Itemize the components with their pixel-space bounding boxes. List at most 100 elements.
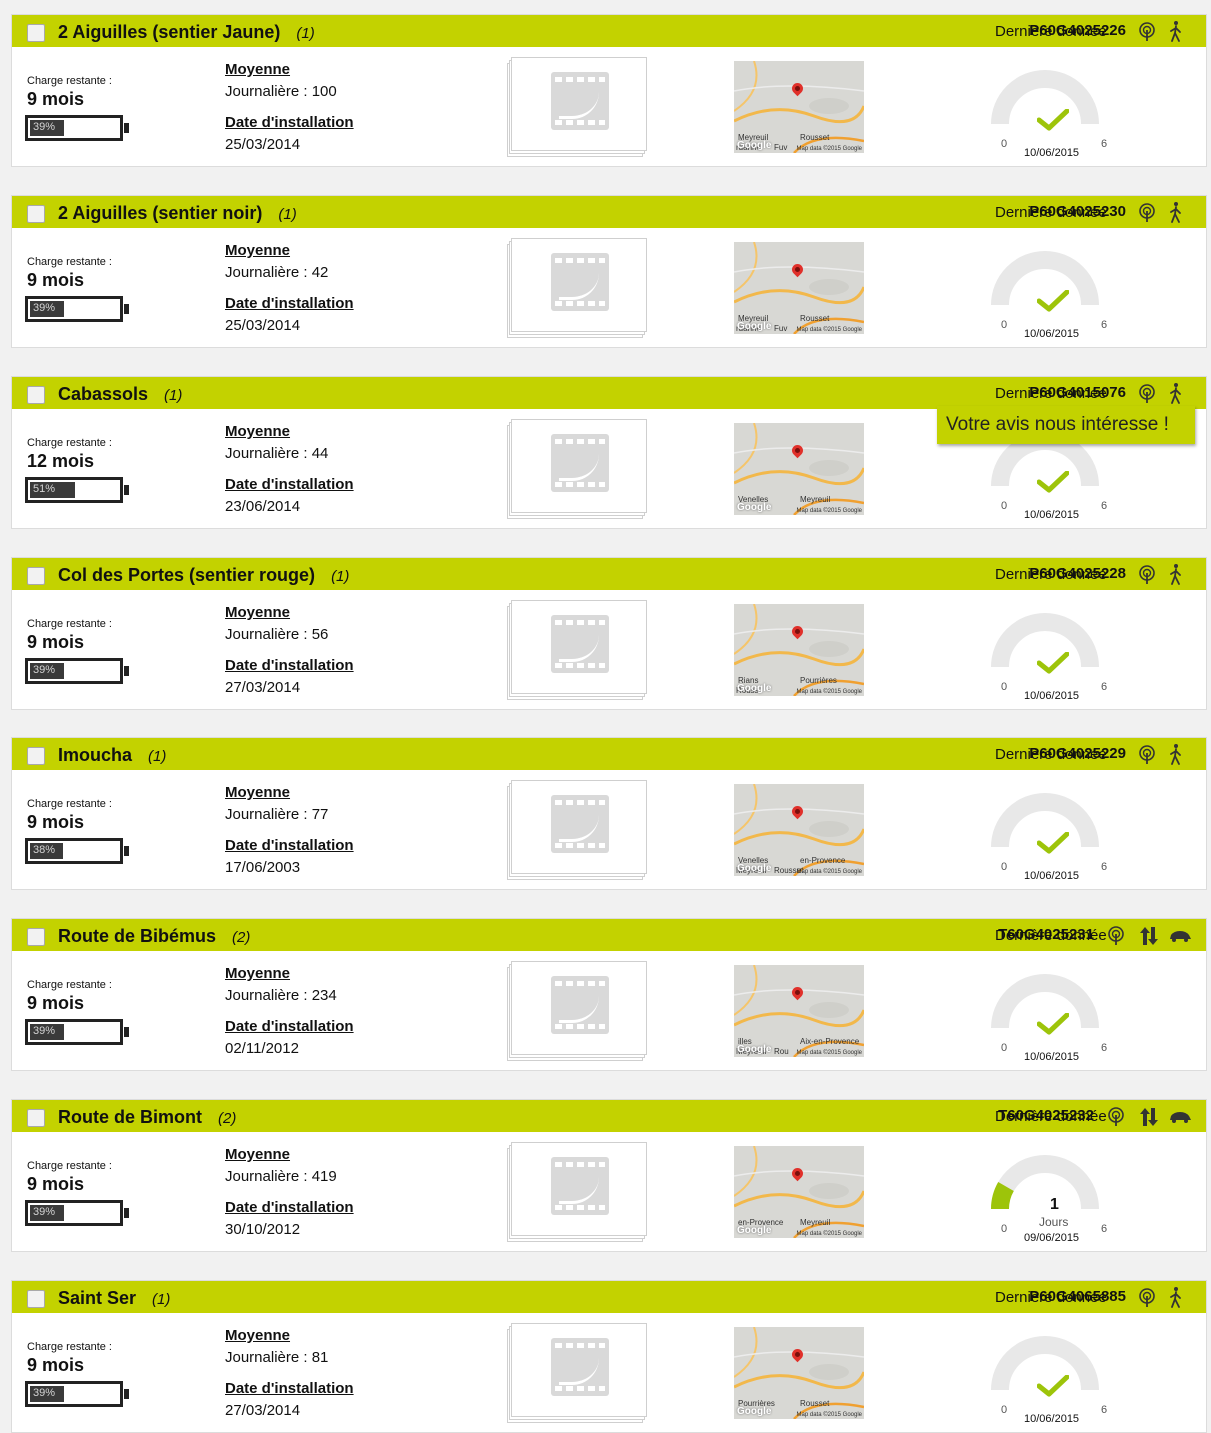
counter-title[interactable]: Route de Bibémus (2)	[58, 926, 250, 947]
landscape-icon	[559, 273, 599, 300]
photo-placeholder[interactable]	[507, 238, 647, 338]
gauge-max: 6	[1101, 319, 1108, 331]
location-map[interactable]: Venelles en-Provence Meyreuil Rousset Google…	[734, 784, 864, 876]
select-checkbox[interactable]	[27, 1290, 45, 1308]
installation-label: Date d'installation	[225, 476, 354, 493]
daily-average: Journalière : 42	[225, 264, 329, 281]
photo-placeholder[interactable]	[507, 1323, 647, 1423]
location-map[interactable]: Pourrières Rousset Google Map data ©2015 Go…	[734, 1327, 864, 1419]
installation-date: 25/03/2014	[225, 317, 301, 334]
battery-tip	[124, 1389, 129, 1399]
counter-card: Route de Bibémus (2) T60G4025231 Charge res…	[11, 918, 1207, 1071]
select-checkbox[interactable]	[27, 1109, 45, 1127]
select-checkbox[interactable]	[27, 928, 45, 946]
gauge-max: 6	[1101, 1042, 1108, 1054]
counter-title[interactable]: Imoucha (1)	[58, 745, 166, 766]
counter-title[interactable]: 2 Aiguilles (sentier Jaune) (1)	[58, 22, 315, 43]
photo-placeholder[interactable]	[507, 600, 647, 700]
film-strip	[555, 1205, 605, 1210]
gauge-min: 0	[1001, 681, 1008, 693]
installation-date: 30/10/2012	[225, 1221, 301, 1238]
counter-name[interactable]: 2 Aiguilles (sentier Jaune)	[58, 22, 280, 42]
map-road	[734, 1146, 758, 1197]
landscape-icon	[559, 996, 599, 1023]
installation-label: Date d'installation	[225, 1018, 354, 1035]
film-strip	[555, 620, 605, 625]
last-data-label: Dernière donnée	[995, 23, 1107, 40]
film-icon	[551, 434, 609, 492]
gauge-max: 6	[1101, 500, 1108, 512]
map-place-label: Rou	[774, 1047, 789, 1056]
car-icon	[1170, 1112, 1191, 1123]
select-checkbox[interactable]	[27, 747, 45, 765]
battery-tip	[124, 1027, 129, 1037]
film-strip	[555, 663, 605, 668]
photo-placeholder[interactable]	[507, 961, 647, 1061]
installation-label: Date d'installation	[225, 657, 354, 674]
counter-title[interactable]: 2 Aiguilles (sentier noir) (1)	[58, 203, 297, 224]
gauge-value: 1	[1050, 1196, 1059, 1213]
gauge-min: 0	[1001, 500, 1008, 512]
pedestrian-icon	[1170, 21, 1181, 42]
daily-average: Journalière : 234	[225, 987, 337, 1004]
counter-name[interactable]: Imoucha	[58, 745, 132, 765]
charge-label: Charge restante :	[27, 437, 112, 449]
average-label: Moyenne	[225, 965, 291, 982]
location-map[interactable]: illes Aix-en-Provence Meyreuil Rou Google Map…	[734, 965, 864, 1057]
counter-name[interactable]: Route de Bimont	[58, 1107, 202, 1127]
counter-name[interactable]: Col des Portes (sentier rouge)	[58, 565, 315, 585]
counter-name[interactable]: Saint Ser	[58, 1288, 136, 1308]
gauge-date: 10/06/2015	[1024, 328, 1080, 340]
film-icon	[551, 253, 609, 311]
photo-placeholder[interactable]	[507, 57, 647, 157]
battery-icon: 39%	[25, 1200, 129, 1226]
select-checkbox[interactable]	[27, 24, 45, 42]
installation-label: Date d'installation	[225, 295, 354, 312]
location-map[interactable]: en-Provence Meyreuil Google Map data ©2015 …	[734, 1146, 864, 1238]
location-map[interactable]: Rians Pourrières Rouss Google Map data ©2015…	[734, 604, 864, 696]
pedestrian-icon	[1170, 1287, 1181, 1308]
pedestrian-icon	[1170, 202, 1181, 223]
installation-date: 17/06/2003	[225, 859, 301, 876]
select-checkbox[interactable]	[27, 205, 45, 223]
counter-title[interactable]: Saint Ser (1)	[58, 1288, 170, 1309]
map-place-label: Meyreuil	[800, 495, 831, 504]
film-strip	[555, 301, 605, 306]
map-attribution: Map data ©2015 Google	[796, 1231, 862, 1237]
sensor-icon	[1139, 565, 1155, 584]
location-map[interactable]: Meyreuil Rousset rdanne Fuv Google Map data ©…	[734, 242, 864, 334]
film-strip	[555, 800, 605, 805]
landscape-icon	[559, 454, 599, 481]
map-attribution: Map data ©2015 Google	[796, 146, 862, 152]
map-attribution: Map data ©2015 Google	[796, 1412, 862, 1418]
installation-date: 25/03/2014	[225, 136, 301, 153]
photo-placeholder[interactable]	[507, 780, 647, 880]
google-logo: Google	[737, 1225, 772, 1236]
counter-name[interactable]: Cabassols	[58, 384, 148, 404]
daily-average: Journalière : 44	[225, 445, 329, 462]
photo-placeholder[interactable]	[507, 1142, 647, 1242]
location-map[interactable]: Meyreuil Rousset rdanne Fuv Google Map data ©…	[734, 61, 864, 153]
photo-placeholder[interactable]	[507, 419, 647, 519]
charge-label: Charge restante :	[27, 618, 112, 630]
gauge-max: 6	[1101, 1223, 1108, 1235]
counter-name[interactable]: 2 Aiguilles (sentier noir)	[58, 203, 262, 223]
select-checkbox[interactable]	[27, 567, 45, 585]
battery-tip	[124, 666, 129, 676]
film-strip	[555, 1386, 605, 1391]
map-relief	[809, 641, 849, 657]
select-checkbox[interactable]	[27, 386, 45, 404]
battery-percent: 39%	[33, 1206, 56, 1218]
check-icon	[1037, 290, 1069, 312]
map-relief	[809, 460, 849, 476]
counter-title[interactable]: Route de Bimont (2)	[58, 1107, 236, 1128]
counter-title[interactable]: Cabassols (1)	[58, 384, 182, 405]
charge-remaining: 12 mois	[27, 451, 95, 471]
map-road	[734, 1327, 758, 1378]
map-place-label: Fuv	[774, 324, 788, 333]
counter-name[interactable]: Route de Bibémus	[58, 926, 216, 946]
battery-icon: 38%	[25, 838, 129, 864]
feedback-banner[interactable]: Votre avis nous intéresse !	[937, 406, 1195, 444]
counter-title[interactable]: Col des Portes (sentier rouge) (1)	[58, 565, 349, 586]
location-map[interactable]: Venelles Meyreuil Google Map data ©2015 Goo…	[734, 423, 864, 515]
